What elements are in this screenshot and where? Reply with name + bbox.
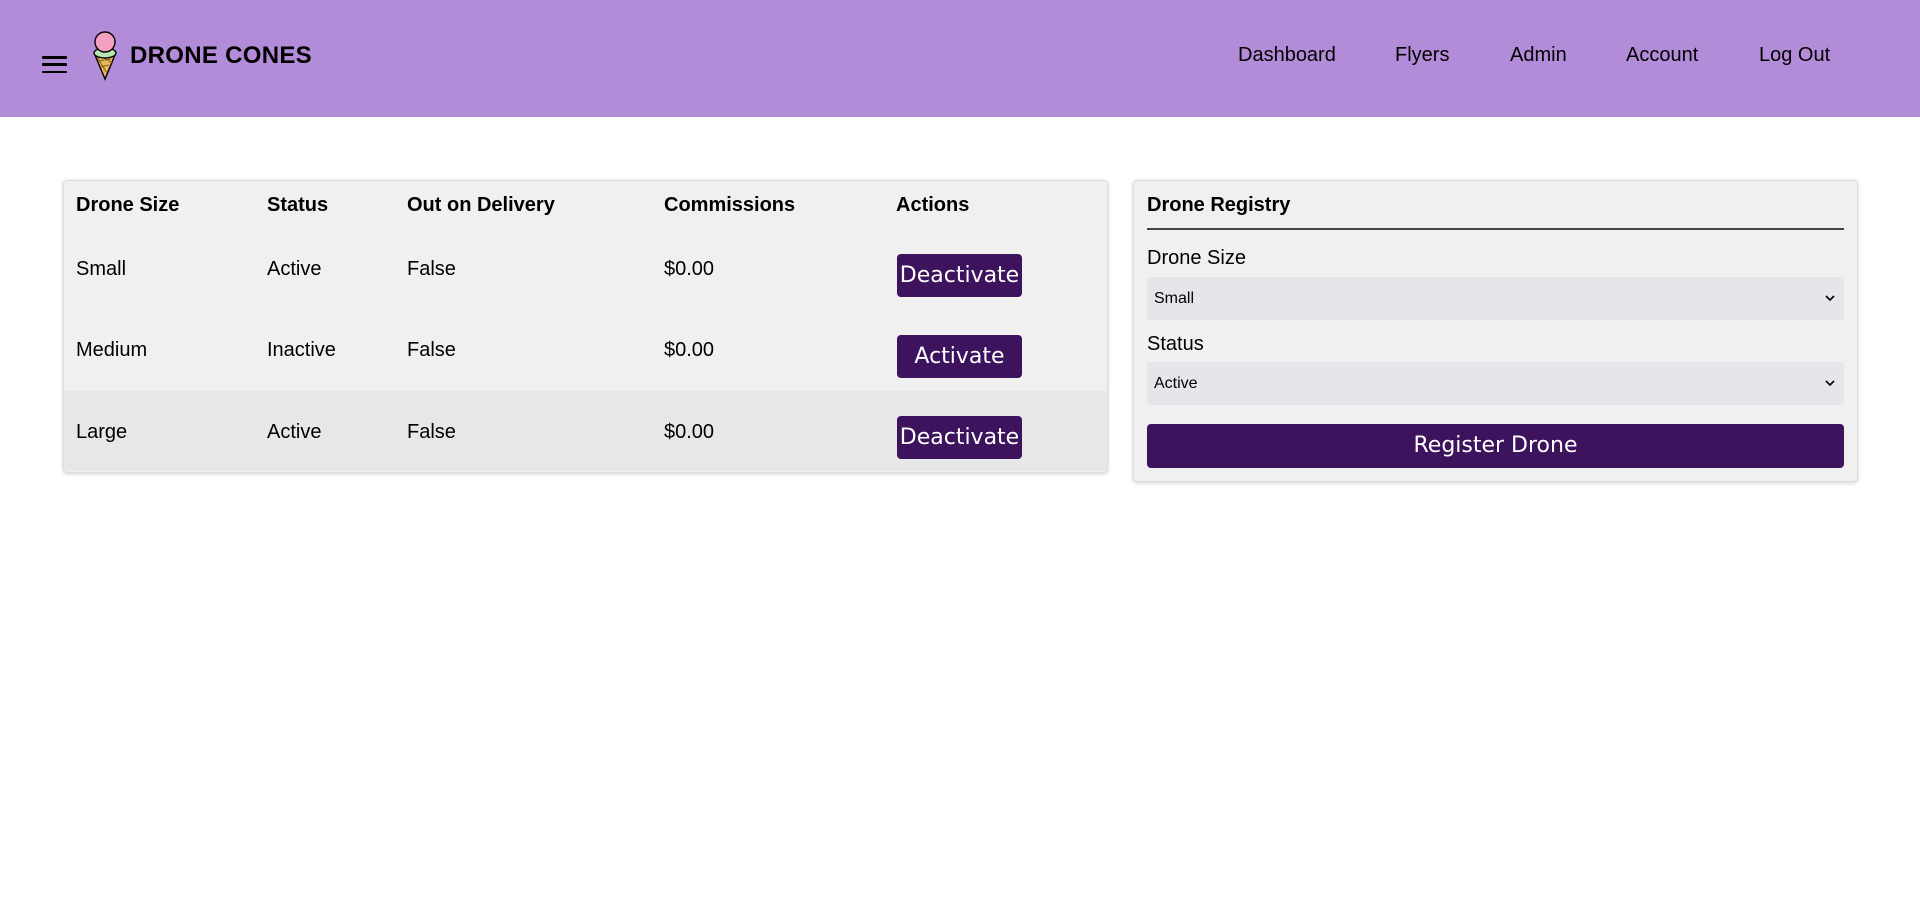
nav-log-out[interactable]: Log Out (1759, 44, 1830, 67)
cell-size: Medium (76, 339, 148, 361)
deactivate-button[interactable]: Deactivate (897, 416, 1022, 459)
cell-commission: $0.00 (664, 339, 715, 361)
cell-out-on-delivery: False (407, 421, 456, 443)
chevron-down-icon (1825, 380, 1835, 387)
cell-out-on-delivery: False (407, 258, 456, 280)
divider (1147, 228, 1844, 230)
header-out-on-delivery: Out on Delivery (407, 194, 555, 216)
drone-size-select[interactable]: Small (1147, 277, 1844, 320)
cell-size: Large (76, 421, 128, 443)
header-status: Status (267, 194, 329, 216)
nav-admin[interactable]: Admin (1510, 44, 1567, 67)
drone-size-label: Drone Size (1147, 247, 1246, 269)
header-drone-size: Drone Size (76, 194, 180, 216)
ice-cream-cone-icon (93, 31, 117, 81)
cell-commission: $0.00 (664, 258, 715, 280)
activate-button[interactable]: Activate (897, 335, 1022, 378)
hamburger-menu-icon[interactable] (42, 56, 67, 74)
deactivate-button[interactable]: Deactivate (897, 254, 1022, 297)
header-actions: Actions (896, 194, 970, 216)
header-commissions: Commissions (664, 194, 796, 216)
cell-commission: $0.00 (664, 421, 715, 443)
cell-status: Active (267, 421, 322, 443)
nav-flyers[interactable]: Flyers (1395, 44, 1449, 67)
cell-size: Small (76, 258, 127, 280)
cell-status: Inactive (267, 339, 336, 361)
top-navbar: DRONE CONES Dashboard Flyers Admin Accou… (0, 0, 1920, 117)
drone-size-value: Small (1154, 290, 1195, 307)
register-drone-button[interactable]: Register Drone (1147, 424, 1844, 468)
status-select[interactable]: Active (1147, 362, 1844, 405)
registry-title: Drone Registry (1147, 194, 1291, 216)
status-label: Status (1147, 333, 1204, 355)
nav-dashboard[interactable]: Dashboard (1238, 44, 1336, 67)
status-value: Active (1154, 375, 1198, 392)
brand-name[interactable]: DRONE CONES (130, 42, 312, 70)
chevron-down-icon (1825, 295, 1835, 302)
cell-status: Active (267, 258, 322, 280)
cell-out-on-delivery: False (407, 339, 456, 361)
nav-account[interactable]: Account (1626, 44, 1698, 67)
